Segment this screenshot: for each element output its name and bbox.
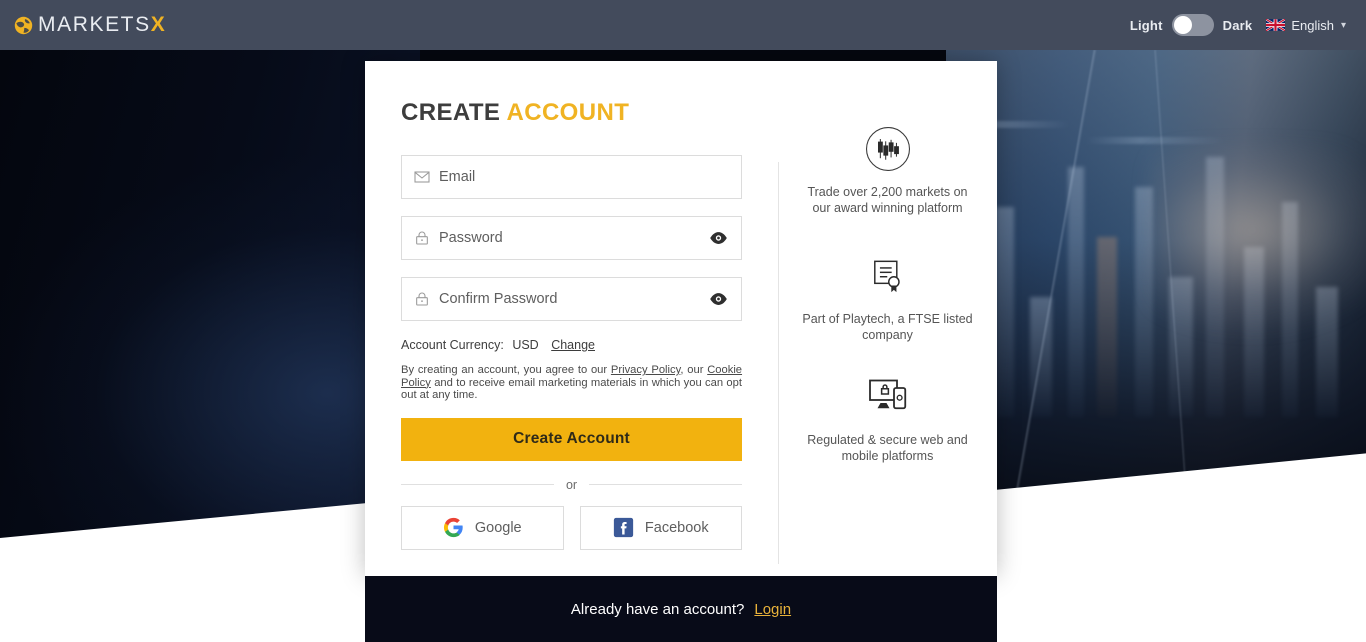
lock-icon xyxy=(416,292,428,306)
chevron-down-icon: ▾ xyxy=(1340,19,1346,31)
legal-disclaimer: By creating an account, you agree to our… xyxy=(401,364,742,402)
brand-logo-text: MARKETSX xyxy=(38,13,166,37)
legal-part1: By creating an account, you agree to our xyxy=(401,364,611,376)
certificate-icon xyxy=(873,260,900,293)
page-title-accent: ACCOUNT xyxy=(506,99,630,126)
uk-flag-icon xyxy=(1266,19,1286,31)
account-currency-value: USD xyxy=(512,338,539,352)
facebook-login-label: Facebook xyxy=(644,519,709,536)
email-placeholder: Email xyxy=(439,169,476,185)
top-bar: MARKETSX Light Dark English ▾ xyxy=(0,0,1366,50)
account-currency-label: Account Currency: xyxy=(401,338,504,352)
google-login-button[interactable]: Google xyxy=(401,505,564,550)
benefit-text: Trade over 2,200 markets on our award wi… xyxy=(807,185,968,215)
divider-rule-right xyxy=(589,484,742,486)
brand-logo-main: MARKETS xyxy=(38,13,151,36)
theme-switch[interactable] xyxy=(1171,14,1214,36)
envelope-icon xyxy=(414,171,430,183)
eye-icon[interactable] xyxy=(709,290,728,309)
page-title-main: CREATE xyxy=(401,99,501,126)
benefit-item-playtech: Part of Playtech, a FTSE listed company xyxy=(778,250,997,343)
benefit-text: Regulated & secure web and mobile platfo… xyxy=(807,433,968,463)
benefits-panel: Trade over 2,200 markets on our award wi… xyxy=(778,61,997,576)
secure-devices-icon xyxy=(868,379,906,410)
candlestick-chart-icon xyxy=(865,126,910,172)
or-divider: or xyxy=(401,478,742,492)
benefit-item-secure: Regulated & secure web and mobile platfo… xyxy=(778,371,997,464)
language-selector[interactable]: English ▾ xyxy=(1266,18,1346,33)
signup-card: CREATE ACCOUNT Email Password Confirm Pa… xyxy=(365,61,997,576)
privacy-policy-link[interactable]: Privacy Policy xyxy=(611,364,680,376)
benefit-icon-wrap xyxy=(802,371,973,423)
google-icon xyxy=(443,518,463,538)
page-root: MARKETSX Light Dark English ▾ CREATE ACC… xyxy=(0,0,1366,642)
or-label: or xyxy=(565,477,578,492)
benefit-text: Part of Playtech, a FTSE listed company xyxy=(802,312,973,342)
brand-logo-accent: X xyxy=(150,13,167,36)
legal-part2: , our xyxy=(680,364,708,376)
benefit-item-markets: Trade over 2,200 markets on our award wi… xyxy=(778,123,997,216)
create-account-button[interactable]: Create Account xyxy=(401,417,742,461)
lock-icon xyxy=(416,231,428,245)
account-currency-row: Account Currency: USD Change xyxy=(401,338,742,352)
footer-question: Already have an account? xyxy=(570,600,745,618)
google-login-label: Google xyxy=(474,519,522,536)
benefit-icon-wrap xyxy=(802,250,973,302)
theme-switch-knob xyxy=(1173,16,1192,34)
page-title: CREATE ACCOUNT xyxy=(401,99,742,127)
facebook-icon xyxy=(613,518,634,538)
social-login-row: Google Facebook xyxy=(401,505,742,550)
globe-icon xyxy=(14,16,33,34)
brand-logo[interactable]: MARKETSX xyxy=(14,13,166,37)
confirm-password-placeholder: Confirm Password xyxy=(439,291,558,307)
password-placeholder: Password xyxy=(439,230,503,246)
email-field[interactable]: Email xyxy=(401,155,742,199)
password-field[interactable]: Password xyxy=(401,216,742,260)
benefits-list: Trade over 2,200 markets on our award wi… xyxy=(778,99,997,464)
panel-divider xyxy=(778,162,779,564)
login-link[interactable]: Login xyxy=(754,601,791,618)
login-footer: Already have an account? Login xyxy=(365,576,997,642)
top-bar-right: Light Dark English ▾ xyxy=(1130,14,1346,36)
facebook-login-button[interactable]: Facebook xyxy=(579,505,742,550)
benefit-icon-wrap xyxy=(802,123,973,175)
legal-part3: and to receive email marketing materials… xyxy=(401,376,742,402)
divider-rule-left xyxy=(401,484,554,486)
background-glow xyxy=(1147,144,1366,335)
theme-toggle[interactable]: Light Dark xyxy=(1130,14,1252,36)
theme-dark-label: Dark xyxy=(1222,17,1253,33)
language-label: English xyxy=(1291,17,1334,33)
eye-icon[interactable] xyxy=(709,229,728,248)
signup-form-panel: CREATE ACCOUNT Email Password Confirm Pa… xyxy=(365,61,778,576)
change-currency-link[interactable]: Change xyxy=(551,338,595,352)
theme-light-label: Light xyxy=(1129,17,1163,33)
confirm-password-field[interactable]: Confirm Password xyxy=(401,277,742,321)
